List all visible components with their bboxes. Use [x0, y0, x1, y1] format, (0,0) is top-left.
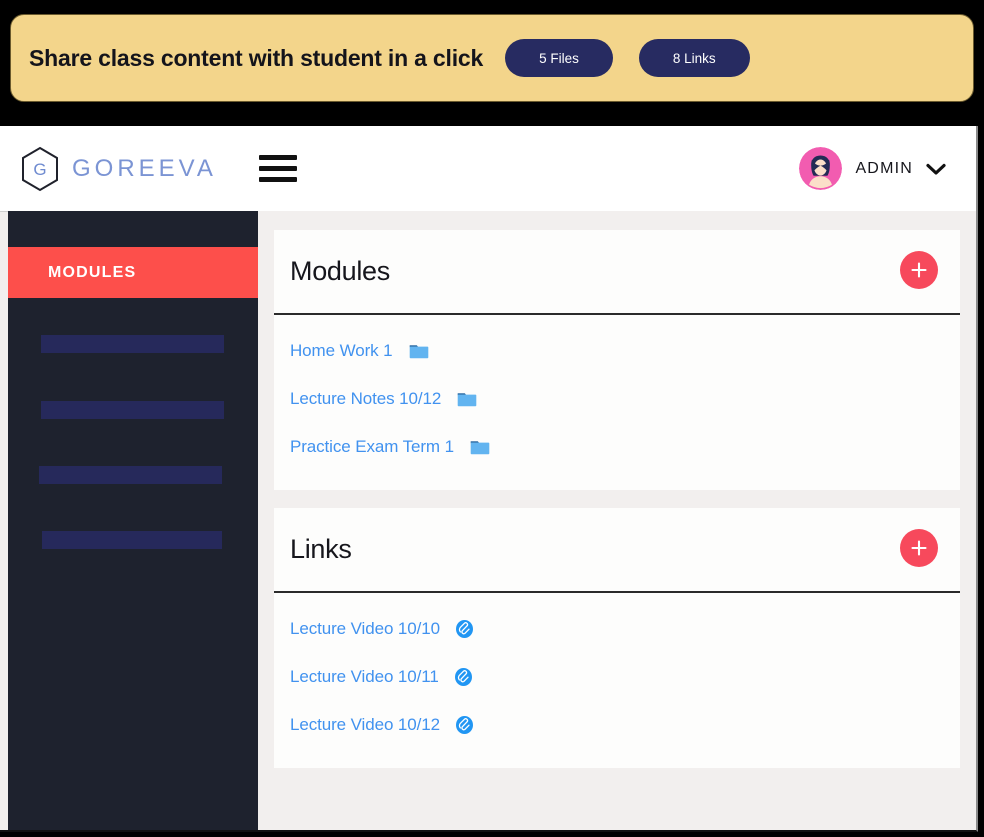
svg-text:G: G	[33, 160, 46, 179]
module-link[interactable]: Lecture Notes 10/12	[290, 389, 441, 409]
brand-name: GOREEVA	[72, 154, 217, 182]
user-avatar-icon	[799, 147, 843, 190]
sidebar-item-label: MODULES	[48, 263, 137, 281]
sidebar-item-modules[interactable]: MODULES	[8, 247, 258, 298]
chevron-down-icon[interactable]	[926, 162, 946, 176]
modules-card-header: Modules	[274, 230, 960, 315]
sidebar-placeholder-item[interactable]	[39, 466, 222, 484]
links-pill-button[interactable]: 8 Links	[638, 39, 750, 77]
plus-icon	[909, 260, 929, 280]
links-card: Links Lecture Video 10/10 Lecture Video …	[274, 508, 960, 768]
sidebar: MODULES	[8, 211, 258, 830]
video-link[interactable]: Lecture Video 10/11	[290, 667, 439, 687]
sidebar-placeholder-item[interactable]	[42, 531, 222, 549]
folder-icon[interactable]	[457, 391, 477, 408]
modules-card: Modules Home Work 1 Lecture Notes 10/12 …	[274, 230, 960, 490]
list-item[interactable]: Lecture Video 10/12	[274, 701, 960, 749]
files-pill-button[interactable]: 5 Files	[505, 39, 613, 77]
links-card-header: Links	[274, 508, 960, 593]
promo-headline: Share class content with student in a cl…	[29, 44, 484, 71]
app-window: G GOREEVA ADMIN MODULES Modules Home Wor…	[0, 126, 978, 832]
list-item[interactable]: Practice Exam Term 1	[274, 423, 960, 471]
list-item[interactable]: Lecture Video 10/10	[274, 605, 960, 653]
paperclip-icon[interactable]	[455, 620, 473, 638]
admin-label: ADMIN	[855, 159, 913, 177]
sidebar-placeholder-item[interactable]	[41, 335, 224, 353]
modules-card-body: Home Work 1 Lecture Notes 10/12 Practice…	[274, 315, 960, 471]
list-item[interactable]: Lecture Video 10/11	[274, 653, 960, 701]
list-item[interactable]: Home Work 1	[274, 327, 960, 375]
hexagon-g-logo-icon: G	[18, 145, 62, 193]
promo-banner: Share class content with student in a cl…	[10, 14, 974, 102]
hamburger-line	[258, 155, 297, 160]
paperclip-icon[interactable]	[454, 668, 472, 686]
main-content: Modules Home Work 1 Lecture Notes 10/12 …	[258, 211, 976, 830]
top-navbar: G GOREEVA ADMIN	[0, 126, 976, 212]
links-card-title: Links	[290, 534, 352, 564]
add-link-button[interactable]	[900, 529, 938, 567]
folder-icon[interactable]	[470, 439, 490, 456]
folder-icon[interactable]	[409, 343, 429, 360]
links-card-body: Lecture Video 10/10 Lecture Video 10/11	[274, 593, 960, 749]
list-item[interactable]: Lecture Notes 10/12	[274, 375, 960, 423]
add-module-button[interactable]	[900, 251, 938, 289]
user-menu[interactable]: ADMIN	[799, 147, 946, 190]
video-link[interactable]: Lecture Video 10/12	[290, 715, 440, 735]
video-link[interactable]: Lecture Video 10/10	[290, 619, 440, 639]
plus-icon	[909, 538, 929, 558]
hamburger-line	[258, 177, 297, 182]
paperclip-icon[interactable]	[455, 716, 473, 734]
module-link[interactable]: Practice Exam Term 1	[290, 437, 454, 457]
sidebar-placeholder-item[interactable]	[41, 401, 224, 419]
hamburger-menu-icon[interactable]	[258, 154, 297, 184]
module-link[interactable]: Home Work 1	[290, 341, 393, 361]
modules-card-title: Modules	[290, 256, 390, 286]
brand[interactable]: G GOREEVA	[18, 145, 217, 193]
hamburger-line	[258, 166, 297, 171]
